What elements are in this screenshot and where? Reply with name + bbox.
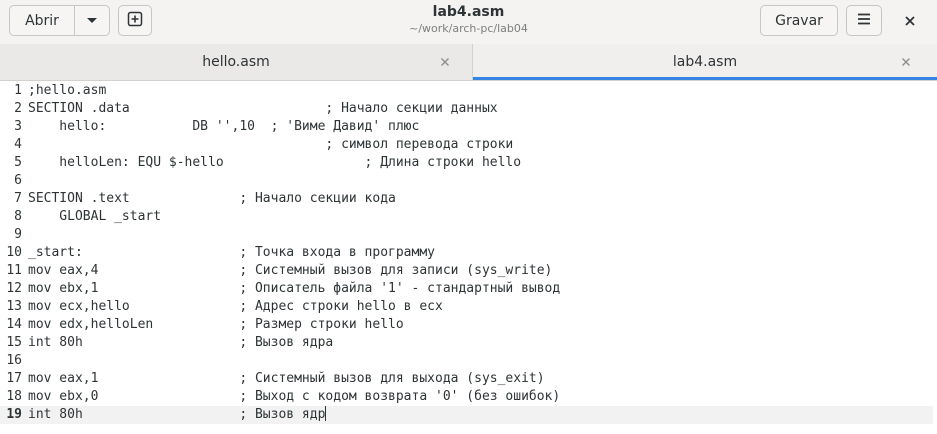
code-text: ;hello.asm [28, 83, 107, 98]
code-line[interactable]: 2 SECTION .data ; Начало секции данных [0, 100, 937, 118]
main-menu-button[interactable] [846, 5, 882, 36]
line-number: 18 [6, 389, 22, 404]
code-text: mov edx,helloLen ; Размер строки hello [28, 317, 404, 332]
code-text: SECTION .text ; Начало секции кода [28, 191, 396, 206]
code-text: int 80h ; Вызов ядр [28, 406, 327, 424]
text-cursor [325, 406, 327, 421]
current-code-line[interactable]: 19 int 80h ; Вызов ядр [0, 406, 937, 424]
code-line[interactable]: 13 mov ecx,hello ; Адрес строки hello в … [0, 298, 937, 316]
code-text-value: int 80h ; Вызов ядр [28, 407, 326, 422]
code-text: mov ebx,0 ; Выход с кодом возврата '0' (… [28, 389, 561, 404]
line-number: 9 [14, 227, 22, 242]
line-number: 16 [6, 353, 22, 368]
save-button[interactable]: Gravar [760, 5, 838, 36]
code-line[interactable]: 17 mov eax,1 ; Системный вызов для выход… [0, 370, 937, 388]
line-number: 7 [14, 191, 22, 206]
code-line[interactable]: 5 helloLen: EQU $-hello ; Длина строки h… [0, 154, 937, 172]
close-window-button[interactable] [896, 8, 924, 34]
line-number: 10 [6, 245, 22, 260]
header-bar: Abrir lab4.asm ~/work/arch-pc/lab04 Grav… [0, 0, 937, 45]
code-text: int 80h ; Вызов ядра [28, 335, 334, 350]
code-line[interactable]: 15 int 80h ; Вызов ядра [0, 334, 937, 352]
window-title: lab4.asm [432, 4, 505, 20]
close-icon [904, 12, 916, 31]
code-text: mov ecx,hello ; Адрес строки hello в ecx [28, 299, 443, 314]
code-text: _start: ; Точка входа в программу [28, 245, 435, 260]
code-text: SECTION .data ; Начало секции данных [28, 101, 498, 116]
code-line[interactable]: 12 mov ebx,1 ; Описатель файла '1' - ста… [0, 280, 937, 298]
tab-label: lab4.asm [672, 54, 738, 70]
line-number: 19 [6, 407, 22, 422]
active-tab-indicator [473, 77, 937, 80]
tab-lab4-asm[interactable]: lab4.asm [473, 44, 937, 80]
open-menu-button[interactable] [74, 5, 110, 36]
code-line[interactable]: 11 mov eax,4 ; Системный вызов для запис… [0, 262, 937, 280]
tab-label: hello.asm [202, 54, 270, 70]
line-number: 14 [6, 317, 22, 332]
code-line[interactable]: 6 [0, 172, 937, 190]
code-text: GLOBAL _start [28, 209, 162, 224]
close-icon[interactable] [897, 53, 915, 71]
line-number: 2 [14, 101, 22, 116]
code-text: mov ebx,1 ; Описатель файла '1' - станда… [28, 281, 561, 296]
save-button-label: Gravar [775, 12, 823, 29]
hamburger-menu-icon [856, 12, 872, 30]
line-number: 6 [14, 173, 22, 188]
code-text: hello: DB '',10 ; 'Виме Давид' плюс [28, 119, 420, 134]
code-text: ; символ перевода строки [28, 137, 514, 152]
open-button[interactable]: Abrir [9, 5, 75, 36]
tab-hello-asm[interactable]: hello.asm [0, 44, 473, 80]
code-line[interactable]: 18 mov ebx,0 ; Выход с кодом возврата '0… [0, 388, 937, 406]
code-line[interactable]: 14 mov edx,helloLen ; Размер строки hell… [0, 316, 937, 334]
window-title-area: lab4.asm ~/work/arch-pc/lab04 [300, 3, 637, 37]
code-line[interactable]: 4 ; символ перевода строки [0, 136, 937, 154]
line-number: 3 [14, 119, 22, 134]
window-subtitle: ~/work/arch-pc/lab04 [409, 22, 528, 35]
chevron-down-icon [86, 13, 98, 29]
code-line[interactable]: 16 [0, 352, 937, 370]
code-line[interactable]: 7 SECTION .text ; Начало секции кода [0, 190, 937, 208]
line-number: 5 [14, 155, 22, 170]
line-number: 13 [6, 299, 22, 314]
open-button-label: Abrir [25, 12, 59, 29]
line-number: 1 [14, 83, 22, 98]
line-number: 11 [6, 263, 22, 278]
close-icon[interactable] [436, 53, 454, 71]
code-line[interactable]: 3 hello: DB '',10 ; 'Виме Давид' плюс [0, 118, 937, 136]
code-line[interactable]: 10 _start: ; Точка входа в программу [0, 244, 937, 262]
line-number: 4 [14, 137, 22, 152]
tab-bar: hello.asm lab4.asm [0, 44, 937, 81]
code-text: mov eax,1 ; Системный вызов для выхода (… [28, 371, 545, 386]
line-number: 8 [14, 209, 22, 224]
new-document-button[interactable] [118, 5, 152, 36]
code-text: mov eax,4 ; Системный вызов для записи (… [28, 263, 553, 278]
code-line[interactable]: 9 [0, 226, 937, 244]
code-editor[interactable]: 1 ;hello.asm 2 SECTION .data ; Начало се… [0, 81, 937, 434]
editor-scroll-edge [933, 81, 937, 434]
line-number: 17 [6, 371, 22, 386]
code-line[interactable]: 1 ;hello.asm [0, 82, 937, 100]
code-text: helloLen: EQU $-hello ; Длина строки hel… [28, 155, 522, 170]
text-editor-window: Abrir lab4.asm ~/work/arch-pc/lab04 Grav… [0, 0, 937, 434]
code-line[interactable]: 8 GLOBAL _start [0, 208, 937, 226]
line-number: 15 [6, 335, 22, 350]
line-number: 12 [6, 281, 22, 296]
new-document-icon [127, 11, 143, 31]
